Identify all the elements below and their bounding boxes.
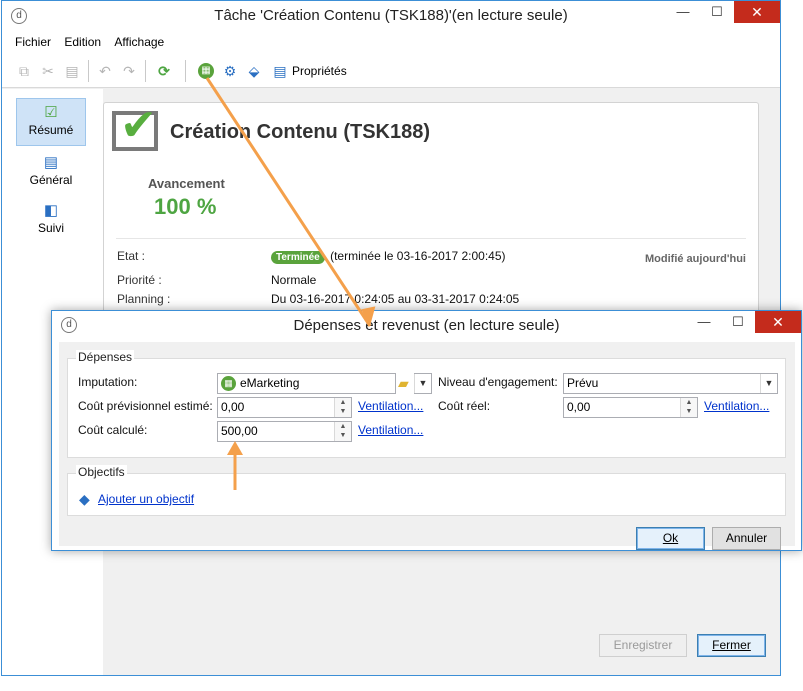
imputation-field[interactable]: ▦ eMarketing — [217, 373, 396, 394]
modified-label: Modifié aujourd'hui — [645, 253, 746, 265]
workflow-icon[interactable]: ⬙ — [246, 63, 262, 79]
expenses-legend: Dépenses — [76, 350, 135, 364]
menu-bar: Fichier Edition Affichage — [2, 32, 780, 54]
clipboard-icon: ▤ — [43, 154, 59, 171]
save-button-label: Enregistrer — [613, 638, 673, 652]
chevron-down-icon: ▼ — [760, 374, 777, 393]
minimize-button[interactable]: — — [666, 1, 700, 23]
objective-icon: ◆ — [79, 491, 90, 507]
sidebar-item-label: Suivi — [37, 221, 64, 235]
state-label: Etat : — [117, 249, 146, 263]
expenses-dialog: d Dépenses et revenust (en lecture seule… — [51, 310, 802, 551]
priority-label: Priorité : — [117, 273, 162, 287]
dialog-close-button[interactable]: ✕ — [755, 311, 801, 333]
cancel-button-label: Annuler — [725, 531, 768, 545]
paste-icon[interactable]: ▤ — [64, 63, 80, 79]
progress-label: Avancement — [148, 176, 225, 191]
sidebar-item-label: Général — [29, 173, 73, 187]
estimated-cost-value: 0,00 — [221, 400, 245, 414]
ventilation-link-estimated[interactable]: Ventilation... — [358, 399, 423, 413]
calculated-cost-value: 500,00 — [221, 424, 258, 438]
save-button[interactable]: Enregistrer — [599, 634, 687, 657]
window-titlebar[interactable]: d Tâche 'Création Contenu (TSK188)'(en l… — [2, 1, 780, 32]
menu-fichier[interactable]: Fichier — [14, 32, 56, 49]
progress-value: 100 % — [154, 194, 217, 219]
state-detail: (terminée le 03-16-2017 2:00:45) — [330, 249, 506, 263]
toolbar: ⧉ ✂ ▤ ↶ ↷ ⟳ ▦ ⚙ ⬙ ▤ Propriétés — [2, 54, 780, 88]
toolbar-separator — [145, 60, 146, 82]
real-cost-field[interactable]: 0,00 ▲ ▼ — [563, 397, 698, 418]
cancel-button[interactable]: Annuler — [712, 527, 781, 550]
tracking-icon: ◧ — [43, 202, 59, 219]
calculated-cost-label: Coût calculé: — [78, 423, 148, 437]
summary-check-icon: ☑ — [44, 104, 58, 121]
engagement-value: Prévu — [567, 376, 599, 390]
expenses-group: Dépenses Imputation: ▦ eMarketing ▰ ▼ Ni… — [67, 350, 786, 458]
cut-icon[interactable]: ✂ — [40, 63, 56, 79]
imputation-value: eMarketing — [240, 376, 300, 390]
spinner-icon[interactable]: ▲ ▼ — [334, 398, 351, 417]
sidebar-item-general[interactable]: ▤ Général — [16, 149, 86, 191]
spinner-icon[interactable]: ▲ ▼ — [680, 398, 697, 417]
dialog-body: Dépenses Imputation: ▦ eMarketing ▰ ▼ Ni… — [59, 342, 795, 550]
calculated-cost-field[interactable]: 500,00 ▲ ▼ — [217, 421, 352, 442]
planning-label: Planning : — [117, 292, 171, 306]
budget-icon: ▦ — [221, 376, 236, 391]
ok-button[interactable]: Ok — [636, 527, 705, 550]
undo-icon[interactable]: ↶ — [97, 63, 113, 79]
menu-edition[interactable]: Edition — [63, 32, 106, 49]
close-window-button[interactable]: ✕ — [734, 1, 780, 23]
engagement-select[interactable]: Prévu ▼ — [563, 373, 778, 394]
estimated-cost-field[interactable]: 0,00 ▲ ▼ — [217, 397, 352, 418]
refresh-icon[interactable]: ⟳ — [156, 63, 172, 79]
imputation-label: Imputation: — [78, 375, 138, 389]
priority-value: Normale — [271, 273, 317, 287]
ventilation-link-real[interactable]: Ventilation... — [704, 399, 769, 413]
close-button[interactable]: Fermer — [697, 634, 766, 657]
state-value: Terminée (terminée le 03-16-2017 2:00:45… — [271, 249, 506, 264]
dialog-minimize-button[interactable]: — — [687, 311, 721, 333]
ok-button-label: Ok — [662, 531, 679, 545]
real-cost-value: 0,00 — [567, 400, 591, 414]
add-objective-link[interactable]: Ajouter un objectif — [98, 492, 194, 506]
planning-value: Du 03-16-2017 0:24:05 au 03-31-2017 0:24… — [271, 292, 520, 306]
sidebar-item-label: Résumé — [28, 123, 74, 137]
menu-affichage[interactable]: Affichage — [113, 32, 169, 49]
engagement-label: Niveau d'engagement: — [438, 375, 558, 389]
ventilation-link-calculated[interactable]: Ventilation... — [358, 423, 423, 437]
completed-check-icon: ✔ — [112, 101, 158, 151]
real-cost-label: Coût réel: — [438, 399, 491, 413]
imputation-dropdown[interactable]: ▼ — [414, 373, 432, 394]
properties-icon[interactable]: ▤ — [272, 63, 288, 79]
spinner-icon[interactable]: ▲ ▼ — [334, 422, 351, 441]
dialog-maximize-button[interactable]: ☐ — [721, 311, 755, 333]
toolbar-separator — [185, 60, 186, 82]
divider — [116, 238, 746, 239]
copy-icon[interactable]: ⧉ — [16, 63, 32, 79]
status-badge: Terminée — [271, 251, 325, 264]
close-button-label: Fermer — [712, 638, 751, 652]
task-title: Création Contenu (TSK188) — [170, 121, 431, 143]
maximize-button[interactable]: ☐ — [700, 1, 734, 23]
sidebar-item-suivi[interactable]: ◧ Suivi — [16, 197, 86, 239]
objectives-group: Objectifs ◆ Ajouter un objectif — [67, 465, 786, 516]
toolbar-separator — [88, 60, 89, 82]
objectives-legend: Objectifs — [76, 465, 127, 479]
settings-icon[interactable]: ⚙ — [222, 63, 238, 79]
estimated-cost-label: Coût prévisionnel estimé: — [78, 399, 213, 413]
redo-icon[interactable]: ↷ — [121, 63, 137, 79]
window-title: Tâche 'Création Contenu (TSK188)'(en lec… — [214, 7, 568, 24]
folder-icon[interactable]: ▰ — [398, 375, 409, 392]
chevron-down-icon: ▼ — [414, 374, 431, 393]
properties-button-label[interactable]: Propriétés — [292, 64, 347, 78]
budget-icon[interactable]: ▦ — [198, 63, 214, 79]
sidebar-item-resume[interactable]: ☑ Résumé — [16, 98, 86, 146]
